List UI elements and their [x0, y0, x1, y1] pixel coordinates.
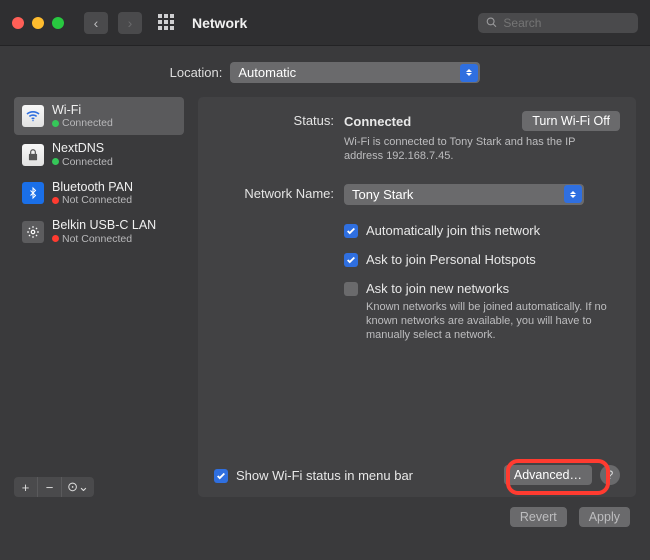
- status-dot-icon: [52, 120, 59, 127]
- sidebar-item-nextdns[interactable]: NextDNS Connected: [14, 135, 184, 173]
- add-interface-button[interactable]: +: [14, 477, 38, 497]
- status-dot-icon: [52, 197, 59, 204]
- ask-new-description: Known networks will be joined automatica…: [366, 300, 620, 343]
- window-controls: [12, 17, 64, 29]
- page-title: Network: [192, 15, 247, 31]
- show-all-prefs-icon[interactable]: [158, 14, 176, 32]
- status-value: Connected: [344, 114, 411, 129]
- show-menubar-checkbox[interactable]: [214, 469, 228, 483]
- ethernet-icon: [22, 221, 44, 243]
- help-button[interactable]: ?: [600, 465, 620, 485]
- remove-interface-button[interactable]: −: [38, 477, 62, 497]
- auto-join-checkbox[interactable]: [344, 224, 358, 238]
- status-dot-icon: [52, 235, 59, 242]
- apply-button[interactable]: Apply: [579, 507, 630, 527]
- location-row: Location: Automatic: [0, 46, 650, 97]
- sidebar-footer: + − ⊙⌄: [14, 477, 94, 497]
- bottom-buttons: Revert Apply: [0, 497, 650, 527]
- chevron-updown-icon: [564, 185, 582, 203]
- minimize-window-button[interactable]: [32, 17, 44, 29]
- interface-list: Wi-Fi Connected NextDNS Connected Blue: [14, 97, 184, 251]
- iface-name: Bluetooth PAN: [52, 180, 133, 194]
- ask-hotspot-checkbox[interactable]: [344, 253, 358, 267]
- auto-join-label: Automatically join this network: [366, 223, 540, 238]
- iface-name: Belkin USB-C LAN: [52, 218, 156, 232]
- iface-name: NextDNS: [52, 141, 113, 155]
- lock-icon: [22, 144, 44, 166]
- network-name-label: Network Name:: [214, 184, 334, 205]
- revert-button[interactable]: Revert: [510, 507, 567, 527]
- more-actions-button[interactable]: ⊙⌄: [62, 477, 94, 497]
- network-name-select[interactable]: Tony Stark: [344, 184, 584, 205]
- advanced-button[interactable]: Advanced…: [504, 465, 592, 485]
- status-dot-icon: [52, 158, 59, 165]
- forward-button: ›: [118, 12, 142, 34]
- search-icon: [486, 16, 497, 29]
- sidebar-item-wifi[interactable]: Wi-Fi Connected: [14, 97, 184, 135]
- location-select[interactable]: Automatic: [230, 62, 480, 83]
- bluetooth-icon: [22, 182, 44, 204]
- wifi-icon: [22, 105, 44, 127]
- search-input[interactable]: [503, 16, 630, 30]
- show-menubar-label: Show Wi-Fi status in menu bar: [236, 468, 413, 483]
- close-window-button[interactable]: [12, 17, 24, 29]
- sidebar-item-bluetooth[interactable]: Bluetooth PAN Not Connected: [14, 174, 184, 212]
- back-button[interactable]: ‹: [84, 12, 108, 34]
- ask-hotspot-label: Ask to join Personal Hotspots: [366, 252, 536, 267]
- iface-name: Wi-Fi: [52, 103, 113, 117]
- zoom-window-button[interactable]: [52, 17, 64, 29]
- location-label: Location:: [170, 65, 223, 80]
- sidebar-item-ethernet[interactable]: Belkin USB-C LAN Not Connected: [14, 212, 184, 250]
- detail-panel: Status: Connected Turn Wi-Fi Off Wi-Fi i…: [198, 97, 636, 497]
- ask-new-checkbox[interactable]: [344, 282, 358, 296]
- chevron-updown-icon: [460, 64, 478, 82]
- search-field[interactable]: [478, 13, 638, 33]
- location-value: Automatic: [238, 65, 296, 80]
- status-label: Status:: [214, 111, 334, 164]
- titlebar: ‹ › Network: [0, 0, 650, 46]
- network-name-value: Tony Stark: [352, 187, 413, 202]
- ask-new-label: Ask to join new networks: [366, 281, 509, 296]
- status-description: Wi-Fi is connected to Tony Stark and has…: [344, 135, 604, 164]
- turn-wifi-off-button[interactable]: Turn Wi-Fi Off: [522, 111, 620, 131]
